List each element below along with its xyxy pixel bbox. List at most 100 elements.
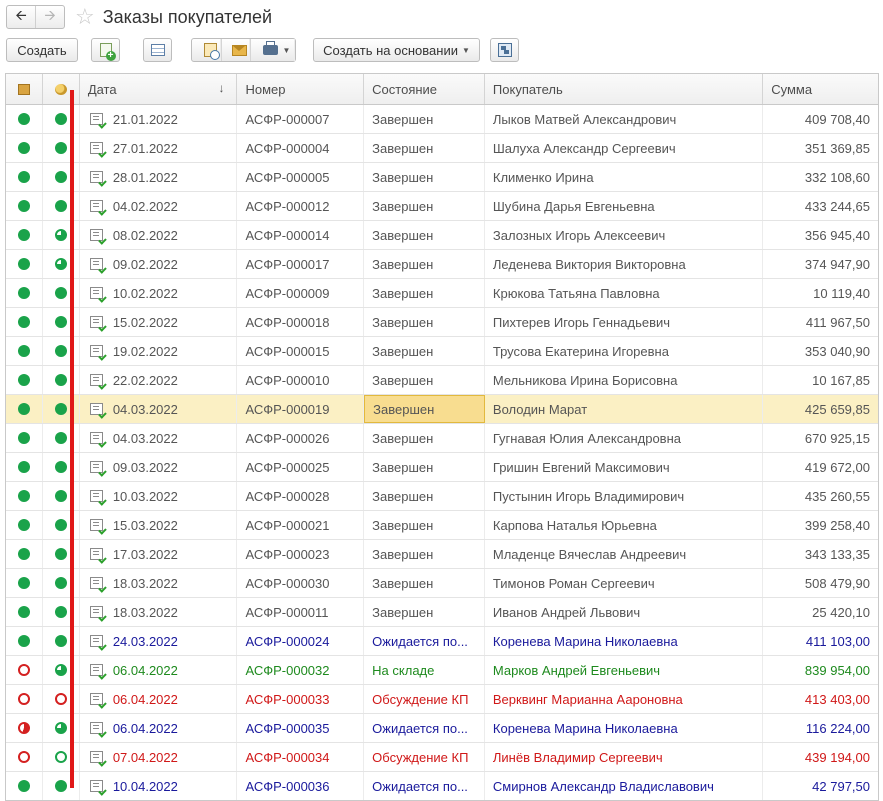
add-list-button[interactable]	[143, 38, 172, 62]
table-row[interactable]: 04.02.2022 АСФР-000012 Завершен Шубина Дарь…	[6, 192, 878, 221]
status-cell[interactable]: Ожидается по...	[364, 772, 485, 800]
date-cell: 24.03.2022	[80, 627, 238, 655]
status-cell[interactable]: Завершен	[364, 482, 485, 510]
table-row[interactable]: 27.01.2022 АСФР-000004 Завершен Шалуха Алек…	[6, 134, 878, 163]
shipment-status-cell	[6, 656, 43, 684]
table-row[interactable]: 15.03.2022 АСФР-000021 Завершен Карпова Нат…	[6, 511, 878, 540]
copy-document-button[interactable]	[91, 38, 120, 62]
table-row[interactable]: 04.03.2022 АСФР-000026 Завершен Гугнавая Юл…	[6, 424, 878, 453]
table-row[interactable]: 04.03.2022 АСФР-000019 Завершен Володин Мар…	[6, 395, 878, 424]
payment-status-icon	[54, 664, 67, 676]
table-row[interactable]: 09.03.2022 АСФР-000025 Завершен Гришин Евге…	[6, 453, 878, 482]
actions-group: ▼	[191, 38, 296, 62]
customer-cell: Лыков Матвей Александрович	[485, 105, 764, 133]
column-header-shipment[interactable]	[6, 74, 43, 104]
structure-button[interactable]	[490, 38, 519, 62]
payment-status-icon	[54, 142, 67, 154]
table-row[interactable]: 09.02.2022 АСФР-000017 Завершен Леденева Ви…	[6, 250, 878, 279]
status-cell[interactable]: Завершен	[364, 134, 485, 162]
table-row[interactable]: 18.03.2022 АСФР-000030 Завершен Тимонов Ром…	[6, 569, 878, 598]
table-row[interactable]: 06.04.2022 АСФР-000035 Ожидается по... Коре…	[6, 714, 878, 743]
create-button[interactable]: Создать	[6, 38, 78, 62]
column-header-amount[interactable]: Сумма	[763, 74, 878, 104]
shipment-status-icon	[17, 490, 30, 502]
print-button[interactable]: ▼	[250, 39, 295, 61]
table-row[interactable]: 24.03.2022 АСФР-000024 Ожидается по... Коре…	[6, 627, 878, 656]
status-cell[interactable]: Завершен	[364, 192, 485, 220]
create-based-on-button[interactable]: Создать на основании ▼	[313, 38, 480, 62]
payment-status-cell	[43, 743, 80, 771]
table-row[interactable]: 22.02.2022 АСФР-000010 Завершен Мельникова …	[6, 366, 878, 395]
status-cell[interactable]: Завершен	[364, 163, 485, 191]
table-row[interactable]: 10.02.2022 АСФР-000009 Завершен Крюкова Тат…	[6, 279, 878, 308]
table-row[interactable]: 21.01.2022 АСФР-000007 Завершен Лыков Матве…	[6, 105, 878, 134]
payment-status-icon	[54, 345, 67, 357]
status-cell[interactable]: Завершен	[364, 598, 485, 626]
page-title: Заказы покупателей	[102, 6, 273, 27]
table-row[interactable]: 06.04.2022 АСФР-000033 Обсуждение КП Веркви…	[6, 685, 878, 714]
status-cell[interactable]: Завершен	[364, 569, 485, 597]
table-row[interactable]: 08.02.2022 АСФР-000014 Завершен Залозных Иг…	[6, 221, 878, 250]
status-cell[interactable]: Завершен	[364, 424, 485, 452]
shipment-status-icon	[17, 577, 30, 589]
table-row[interactable]: 06.04.2022 АСФР-000032 На складе Марков Анд…	[6, 656, 878, 685]
status-cell[interactable]: Завершен	[364, 221, 485, 249]
status-cell[interactable]: Завершен	[364, 308, 485, 336]
status-cell[interactable]: Завершен	[364, 279, 485, 307]
shipment-status-cell	[6, 134, 43, 162]
table-row[interactable]: 28.01.2022 АСФР-000005 Завершен Клименко Ир…	[6, 163, 878, 192]
table-row[interactable]: 19.02.2022 АСФР-000015 Завершен Трусова Ека…	[6, 337, 878, 366]
arrow-right-icon[interactable]: 🡪	[35, 6, 64, 28]
status-cell[interactable]: Обсуждение КП	[364, 685, 485, 713]
status-cell[interactable]: Завершен	[364, 453, 485, 481]
star-icon[interactable]: ☆	[75, 6, 95, 28]
payment-status-cell	[43, 656, 80, 684]
amount-cell: 10 167,85	[812, 372, 870, 388]
number-cell: АСФР-000021	[237, 511, 365, 539]
table-row[interactable]: 10.03.2022 АСФР-000028 Завершен Пустынин Иг…	[6, 482, 878, 511]
table-row[interactable]: 18.03.2022 АСФР-000011 Завершен Иванов Андр…	[6, 598, 878, 627]
date-value: 21.01.2022	[112, 111, 178, 127]
status-cell[interactable]: Завершен	[364, 250, 485, 278]
column-header-payment[interactable]	[43, 74, 80, 104]
number-cell: АСФР-000011	[237, 598, 365, 626]
chevron-down-icon: ▼	[282, 45, 291, 55]
date-value: 07.04.2022	[112, 749, 178, 765]
date-cell: 07.04.2022	[80, 743, 238, 771]
column-header-date[interactable]: Дата ↓	[80, 74, 238, 104]
payment-status-icon	[54, 751, 67, 763]
send-mail-button[interactable]	[221, 39, 250, 61]
customer-cell: Крюкова Татьяна Павловна	[485, 279, 764, 307]
status-cell[interactable]: Завершен	[364, 540, 485, 568]
table-row[interactable]: 07.04.2022 АСФР-000034 Обсуждение КП Линёв …	[6, 743, 878, 772]
printer-icon	[262, 41, 278, 55]
status-cell[interactable]: Ожидается по...	[364, 627, 485, 655]
arrow-left-icon[interactable]: 🡨	[7, 6, 35, 28]
status-cell[interactable]: На складе	[364, 656, 485, 684]
date-cell: 21.01.2022	[80, 105, 238, 133]
column-header-number[interactable]: Номер	[237, 74, 365, 104]
posted-document-icon	[89, 519, 103, 531]
status-cell[interactable]: Завершен	[364, 395, 485, 423]
date-value: 24.03.2022	[112, 633, 178, 649]
table-row[interactable]: 15.02.2022 АСФР-000018 Завершен Пихтерев Иг…	[6, 308, 878, 337]
column-header-customer[interactable]: Покупатель	[485, 74, 764, 104]
create-based-on-label: Создать на основании	[323, 42, 458, 58]
status-cell[interactable]: Обсуждение КП	[364, 743, 485, 771]
customer-cell: Гришин Евгений Максимович	[485, 453, 764, 481]
status-cell[interactable]: Ожидается по...	[364, 714, 485, 742]
history-button[interactable]	[192, 39, 221, 61]
date-cell: 04.02.2022	[80, 192, 238, 220]
column-header-status[interactable]: Состояние	[364, 74, 485, 104]
customer-cell: Леденева Виктория Викторовна	[485, 250, 764, 278]
table-row[interactable]: 17.03.2022 АСФР-000023 Завершен Младенце Вя…	[6, 540, 878, 569]
table-row[interactable]: 10.04.2022 АСФР-000036 Ожидается по... Смир…	[6, 772, 878, 800]
payment-status-icon	[54, 461, 67, 473]
status-cell[interactable]: Завершен	[364, 511, 485, 539]
status-cell[interactable]: Завершен	[364, 337, 485, 365]
amount-cell: 409 708,40	[804, 111, 870, 127]
date-value: 06.04.2022	[112, 720, 178, 736]
status-cell[interactable]: Завершен	[364, 366, 485, 394]
amount-cell: 425 659,85	[804, 401, 870, 417]
status-cell[interactable]: Завершен	[364, 105, 485, 133]
